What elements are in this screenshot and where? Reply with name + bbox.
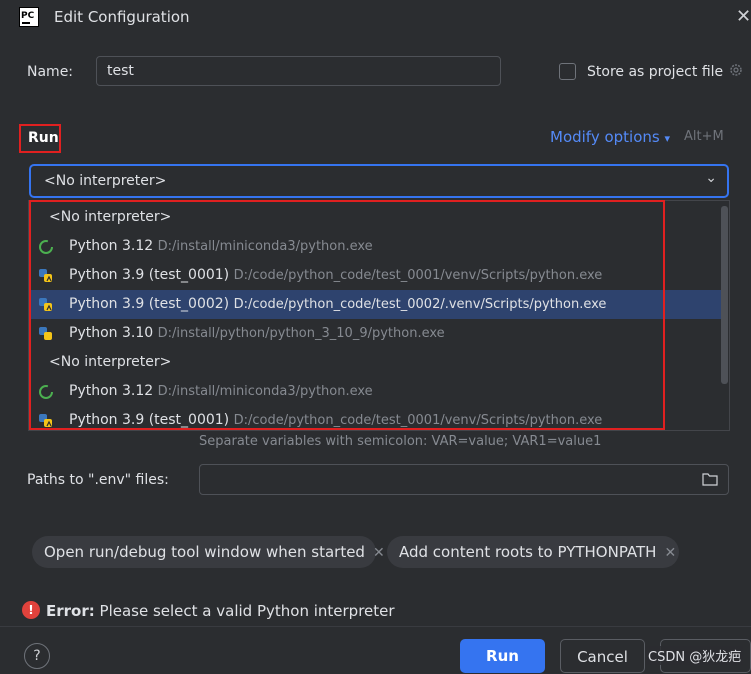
watermark: CSDN @狄龙疤	[646, 646, 744, 665]
option-name: Python 3.9 (test_0001)	[69, 267, 230, 283]
option-path: D:/install/miniconda3/python.exe	[157, 384, 373, 399]
dialog-title: Edit Configuration	[54, 8, 190, 26]
error-icon: !	[22, 601, 40, 619]
gear-icon[interactable]	[728, 62, 744, 78]
store-as-project-file-checkbox[interactable]	[559, 63, 576, 80]
option-path: D:/install/python/python_3_10_9/python.e…	[157, 326, 445, 341]
chip-open-run-debug-window[interactable]: Open run/debug tool window when started ✕	[32, 536, 385, 568]
run-section-title: Run	[19, 124, 61, 153]
interpreter-selected-value[interactable]: <No interpreter>	[44, 173, 166, 189]
close-icon[interactable]: ✕	[373, 545, 385, 561]
folder-icon[interactable]	[702, 472, 718, 486]
help-button[interactable]: ?	[24, 643, 50, 669]
footer-divider	[0, 626, 751, 627]
env-variables-hint: Separate variables with semicolon: VAR=v…	[199, 434, 602, 449]
conda-icon	[39, 385, 53, 399]
chevron-down-icon[interactable]: ▾	[665, 132, 671, 145]
store-as-project-file-label[interactable]: Store as project file	[587, 64, 723, 80]
error-message: Error: Please select a valid Python inte…	[46, 602, 395, 620]
interpreter-option[interactable]: Python 3.12 D:/install/miniconda3/python…	[29, 232, 721, 261]
interpreter-select[interactable]: <No interpreter> ⌄	[29, 164, 729, 198]
option-path: D:/code/python_code/test_0001/venv/Scrip…	[233, 268, 603, 283]
option-label: <No interpreter>	[49, 209, 172, 225]
option-path: D:/install/miniconda3/python.exe	[157, 239, 373, 254]
option-label: <No interpreter>	[49, 354, 172, 370]
close-icon[interactable]: ✕	[664, 545, 676, 561]
env-files-label: Paths to ".env" files:	[27, 472, 169, 488]
env-files-input[interactable]	[199, 464, 729, 495]
python-venv-icon	[39, 298, 52, 311]
python-venv-icon	[39, 414, 52, 427]
error-prefix: Error:	[46, 602, 95, 620]
interpreter-option[interactable]: Python 3.12 D:/install/miniconda3/python…	[29, 377, 721, 406]
option-path: D:/code/python_code/test_0002/.venv/Scri…	[233, 297, 607, 312]
option-name: Python 3.9 (test_0001)	[69, 412, 230, 428]
app-logo-text: PC	[21, 11, 35, 21]
interpreter-option-none[interactable]: <No interpreter>	[29, 203, 721, 232]
chip-label: Add content roots to PYTHONPATH	[399, 543, 657, 561]
modify-options-label[interactable]: Modify options	[550, 128, 660, 146]
interpreter-option[interactable]: Python 3.9 (test_0001) D:/code/python_co…	[29, 261, 721, 290]
cancel-button[interactable]: Cancel	[560, 639, 645, 673]
python-venv-icon	[39, 269, 52, 282]
interpreter-option-highlighted[interactable]: Python 3.9 (test_0002) D:/code/python_co…	[29, 290, 721, 319]
interpreter-dropdown-list[interactable]: <No interpreter> Python 3.12 D:/install/…	[28, 200, 730, 431]
close-icon[interactable]: ✕	[736, 6, 751, 27]
interpreter-option[interactable]: Python 3.9 (test_0001) D:/code/python_co…	[29, 406, 721, 430]
name-input[interactable]: test	[96, 56, 501, 86]
option-name: Python 3.9 (test_0002)	[69, 296, 230, 312]
interpreter-option-none[interactable]: <No interpreter>	[29, 348, 721, 377]
title-bar: PC Edit Configuration ✕	[0, 0, 751, 36]
python-icon	[39, 327, 52, 340]
option-name: Python 3.12	[69, 238, 154, 254]
chevron-down-icon[interactable]: ⌄	[705, 170, 717, 186]
chip-add-content-roots[interactable]: Add content roots to PYTHONPATH ✕	[387, 536, 679, 568]
option-name: Python 3.12	[69, 383, 154, 399]
run-button[interactable]: Run	[460, 639, 545, 673]
error-text: Please select a valid Python interpreter	[99, 602, 395, 620]
chip-label: Open run/debug tool window when started	[44, 543, 365, 561]
run-section-label: Run	[28, 130, 59, 146]
option-path: D:/code/python_code/test_0001/venv/Scrip…	[233, 413, 603, 428]
dropdown-scrollbar[interactable]	[721, 206, 728, 384]
option-name: Python 3.10	[69, 325, 154, 341]
modify-options-link[interactable]: Modify options ▾	[550, 128, 670, 146]
pycharm-logo-icon: PC	[19, 7, 39, 27]
name-label: Name:	[27, 64, 74, 80]
interpreter-option[interactable]: Python 3.10 D:/install/python/python_3_1…	[29, 319, 721, 348]
conda-icon	[39, 240, 53, 254]
modify-options-shortcut: Alt+M	[684, 129, 724, 144]
